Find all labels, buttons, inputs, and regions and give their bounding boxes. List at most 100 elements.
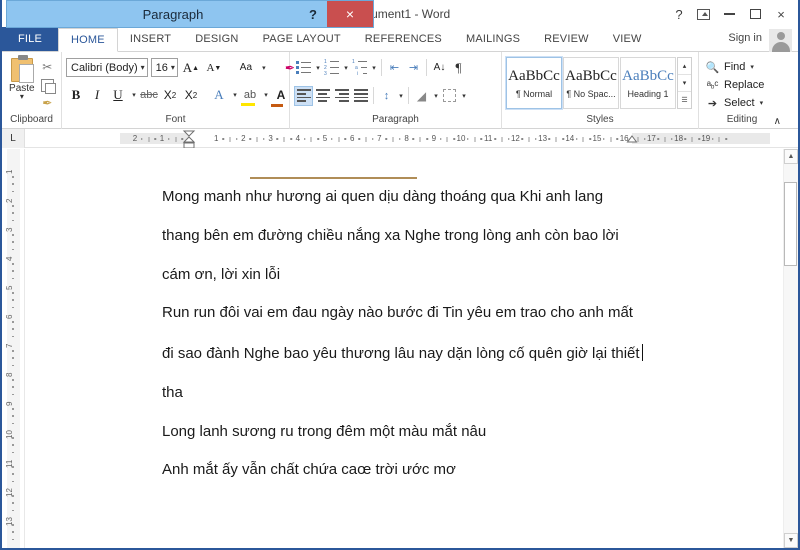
document-page[interactable]: Mong manh như hương ai quen dịu dàng tho…	[25, 149, 783, 548]
find-caret-icon[interactable]: ▾	[749, 63, 754, 71]
grow-font-icon[interactable]: A ▲	[181, 58, 201, 78]
change-case-icon[interactable]: Aa	[236, 58, 256, 78]
numbering-icon[interactable]: 1 2 3	[322, 58, 341, 78]
user-avatar-icon[interactable]	[769, 29, 792, 52]
group-label-clipboard: Clipboard	[10, 114, 53, 125]
style-heading-1-label: Heading 1	[627, 88, 669, 99]
close-button[interactable]: ×	[768, 1, 794, 27]
format-painter-icon[interactable]: ✒	[38, 95, 57, 111]
bold-button[interactable]: B	[66, 85, 86, 105]
select-button[interactable]: ➔ Select ▾	[703, 94, 781, 112]
numbering-caret-icon[interactable]: ▾	[341, 58, 350, 78]
shrink-font-icon[interactable]: A ▼	[204, 58, 224, 78]
paragraph-dialog-close-button[interactable]: ×	[327, 1, 373, 27]
font-size-caret-icon[interactable]: ▾	[168, 63, 175, 72]
document-paragraph[interactable]: Long lanh sương ru trong đêm một màu mắt…	[162, 423, 682, 440]
italic-button[interactable]: I	[87, 85, 107, 105]
highlight-caret-icon[interactable]: ▾	[261, 85, 270, 105]
font-name-combobox[interactable]: Calibri (Body) ▾	[66, 58, 148, 77]
select-caret-icon[interactable]: ▾	[759, 99, 764, 107]
replace-icon: abc	[706, 79, 719, 91]
line-spacing-icon[interactable]: ↕	[377, 86, 396, 106]
horizontal-ruler[interactable]: 2 1 1 2 3 4 5 6 7 8 9 10 11 12 13 14 15 16 17 18 19	[25, 129, 798, 148]
tab-design[interactable]: DESIGN	[183, 27, 250, 51]
document-text[interactable]: Mong manh như hương ai quen dịu dàng tho…	[162, 189, 682, 501]
document-paragraph[interactable]: Anh mắt ấy vẫn chất chứa caœ trời ước mơ	[162, 462, 682, 478]
align-left-button[interactable]	[294, 85, 313, 106]
sign-in-link[interactable]: Sign in	[728, 32, 762, 44]
multilevel-caret-icon[interactable]: ▾	[369, 58, 378, 78]
strikethrough-button[interactable]: abc	[139, 85, 159, 105]
style-normal[interactable]: AaBbCc ¶ Normal	[505, 56, 563, 110]
paragraph-dialog[interactable]: Paragraph ? ×	[6, 0, 374, 28]
font-size-combobox[interactable]: 16 ▾	[150, 58, 178, 77]
vertical-ruler[interactable]: 1 2 3 4 5 6 7 8 9 10 11 12 13	[2, 149, 25, 548]
style-no-spacing[interactable]: AaBbCc ¶ No Spac...	[563, 57, 619, 109]
document-line: Run run đôi vai em đau ngày nào bước đi …	[162, 304, 633, 322]
tab-file[interactable]: FILE	[2, 27, 59, 51]
styles-scrollbar[interactable]: ▴ ▾ ☰	[677, 57, 692, 109]
superscript-button[interactable]: X2	[181, 85, 201, 105]
underline-caret-icon[interactable]: ▾	[129, 85, 138, 105]
tab-home[interactable]: HOME	[58, 28, 118, 52]
text-effects-caret-icon[interactable]: ▾	[230, 85, 239, 105]
cut-icon[interactable]: ✂	[38, 59, 57, 75]
paste-button[interactable]: Paste ▾	[6, 55, 38, 114]
text-highlight-icon[interactable]: ab	[240, 85, 260, 106]
bullets-icon[interactable]	[294, 58, 313, 78]
borders-caret-icon[interactable]: ▾	[459, 86, 468, 106]
tab-stop-selector[interactable]: L	[2, 129, 25, 148]
font-color-icon[interactable]: A	[271, 85, 291, 107]
shading-icon[interactable]: ◢	[412, 86, 431, 106]
ribbon-display-options-icon[interactable]	[690, 1, 716, 27]
decrease-indent-icon[interactable]: ⇤	[385, 58, 404, 78]
tab-page-layout[interactable]: PAGE LAYOUT	[251, 27, 353, 51]
right-indent-marker[interactable]	[626, 135, 638, 143]
subscript-button[interactable]: X2	[160, 85, 180, 105]
document-paragraph[interactable]: Mong manh như hương ai quen dịu dàng tho…	[162, 189, 682, 282]
bullets-caret-icon[interactable]: ▾	[313, 58, 322, 78]
show-formatting-marks-icon[interactable]: ¶	[449, 58, 468, 78]
multilevel-list-icon[interactable]: 1 a i	[350, 58, 369, 78]
scrollbar-thumb[interactable]	[784, 182, 797, 266]
tab-references[interactable]: REFERENCES	[353, 27, 454, 51]
group-label-styles: Styles	[586, 114, 614, 125]
styles-scroll-down-icon[interactable]: ▾	[678, 75, 691, 92]
shading-caret-icon[interactable]: ▾	[431, 86, 440, 106]
tab-insert[interactable]: INSERT	[118, 27, 183, 51]
minimize-button[interactable]	[716, 1, 742, 27]
tab-mailings[interactable]: MAILINGS	[454, 27, 532, 51]
document-paragraph[interactable]: Run run đôi vai em đau ngày nào bước đi …	[162, 305, 682, 400]
collapse-ribbon-icon[interactable]: ∧	[774, 116, 781, 127]
change-case-caret-icon[interactable]: ▾	[259, 58, 268, 78]
tab-view[interactable]: VIEW	[601, 27, 654, 51]
paste-caret-icon[interactable]: ▾	[20, 93, 24, 101]
styles-scroll-up-icon[interactable]: ▴	[678, 58, 691, 75]
justify-button[interactable]	[351, 86, 370, 106]
scroll-down-icon[interactable]: ▼	[784, 533, 798, 548]
tab-review[interactable]: REVIEW	[532, 27, 601, 51]
style-heading-1-preview: AaBbCc	[622, 67, 674, 84]
scrollbar-track[interactable]	[784, 164, 798, 533]
left-indent-marker[interactable]	[182, 130, 196, 148]
sort-icon[interactable]: A↓	[430, 58, 449, 78]
scroll-up-icon[interactable]: ▲	[784, 149, 798, 164]
align-right-button[interactable]	[332, 86, 351, 106]
paragraph-dialog-help-button[interactable]: ?	[299, 7, 327, 22]
maximize-button[interactable]	[742, 1, 768, 27]
increase-indent-icon[interactable]: ⇥	[404, 58, 423, 78]
help-button[interactable]: ?	[668, 1, 690, 27]
vertical-scrollbar[interactable]: ▲ ▼	[783, 149, 798, 548]
align-center-button[interactable]	[313, 86, 332, 106]
find-button[interactable]: 🔍 Find ▾	[703, 58, 781, 76]
replace-button[interactable]: abc Replace	[703, 76, 781, 94]
text-effects-icon[interactable]: A	[209, 85, 229, 105]
underline-button[interactable]: U	[108, 85, 128, 105]
styles-more-icon[interactable]: ☰	[678, 92, 691, 108]
ribbon-tabs: FILE HOME INSERT DESIGN PAGE LAYOUT REFE…	[2, 27, 798, 52]
style-heading-1[interactable]: AaBbCc Heading 1	[620, 57, 676, 109]
font-name-caret-icon[interactable]: ▾	[138, 63, 145, 72]
copy-icon[interactable]	[38, 77, 57, 94]
borders-icon[interactable]	[440, 86, 459, 106]
line-spacing-caret-icon[interactable]: ▾	[396, 86, 405, 106]
